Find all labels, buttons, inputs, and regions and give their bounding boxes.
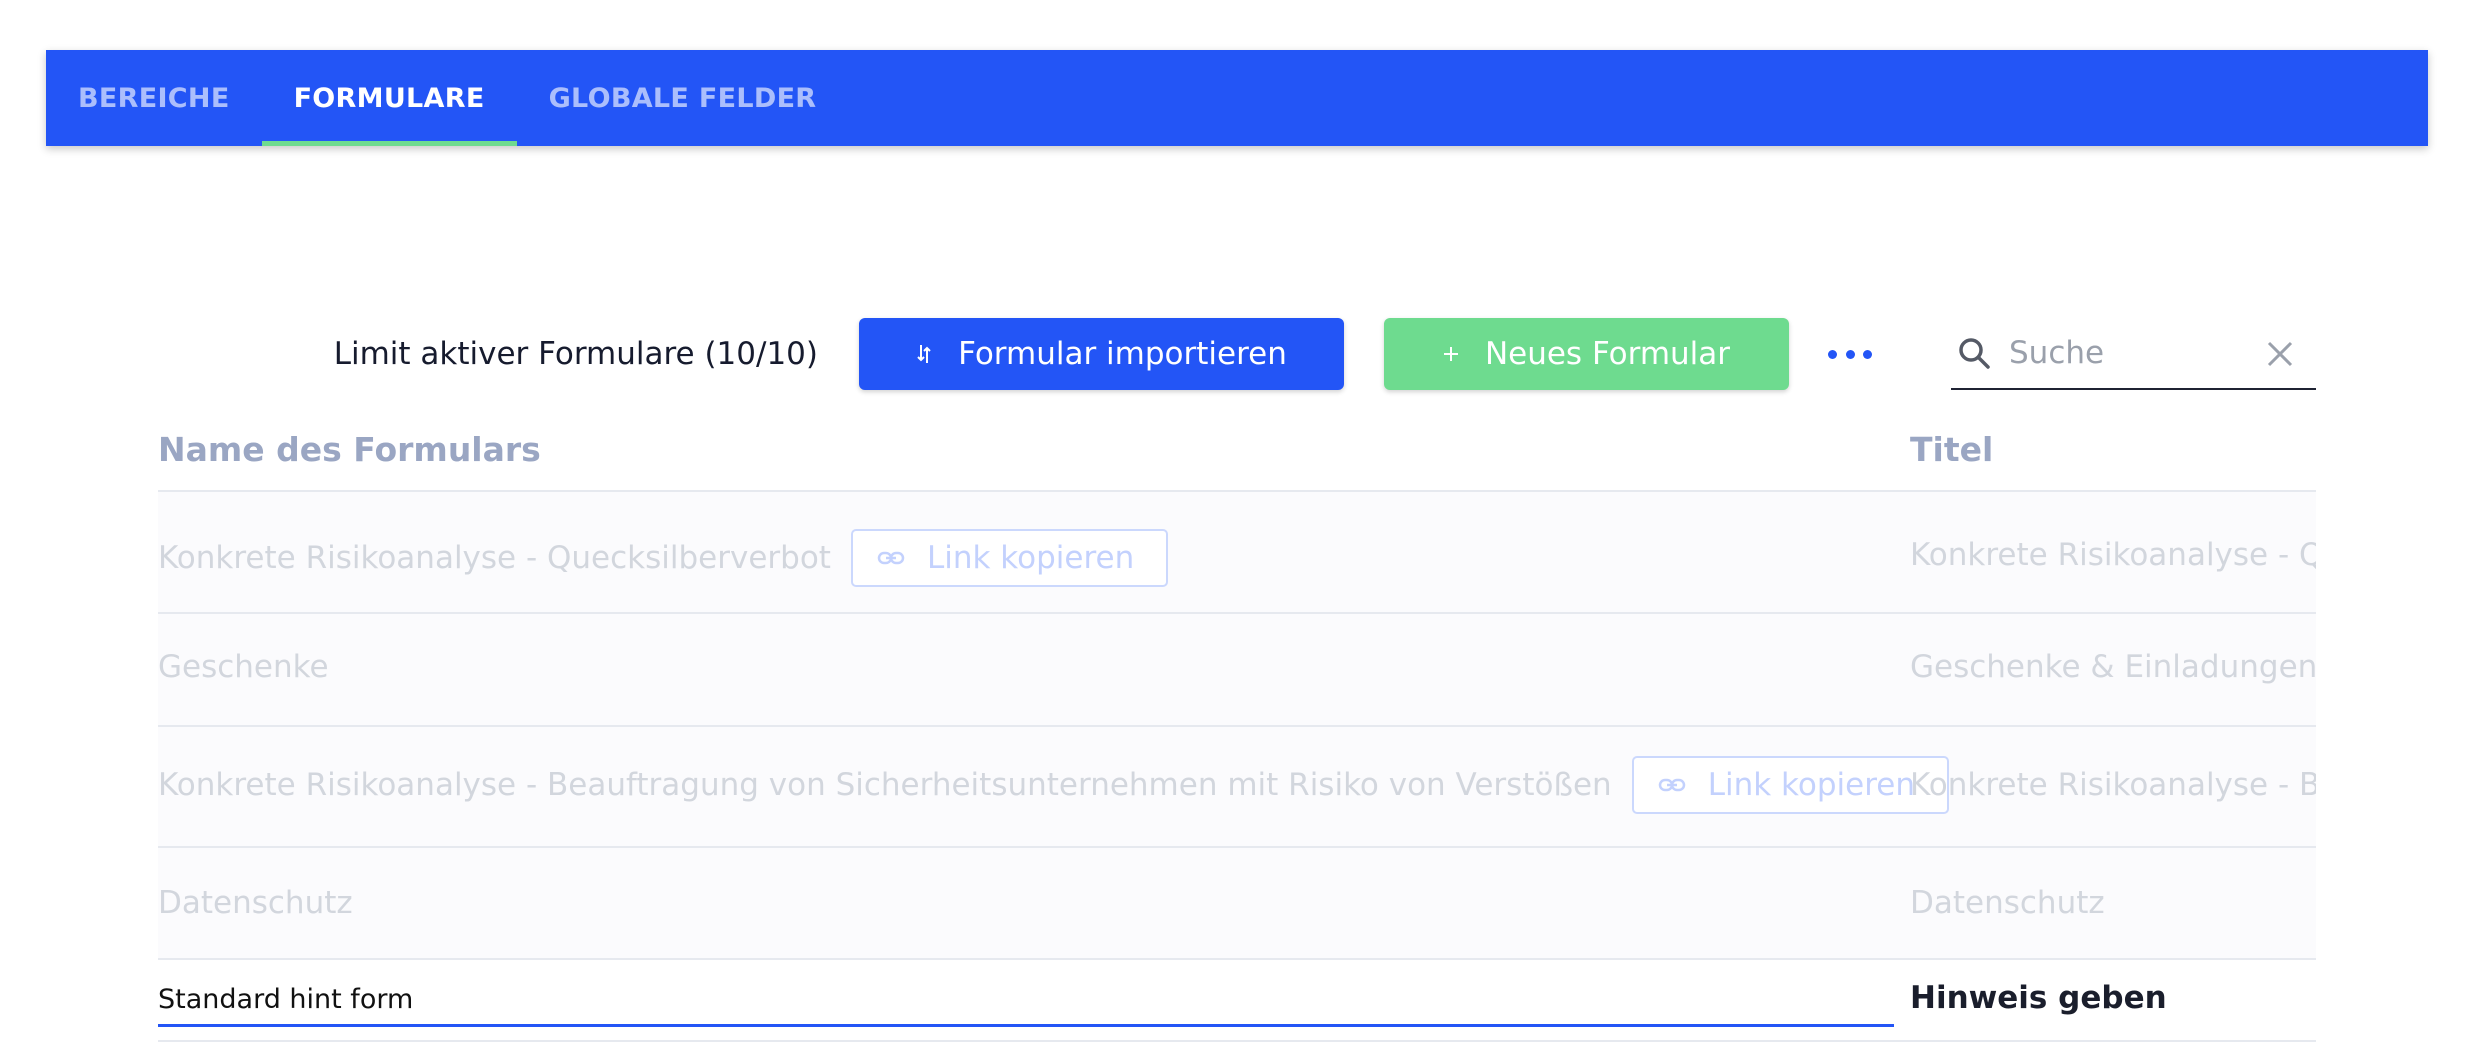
form-name-cell: Konkrete Risikoanalyse - Beauftragung vo…	[158, 755, 1949, 815]
plus-icon	[1443, 346, 1459, 362]
form-name: Datenschutz	[158, 885, 353, 921]
form-name-edit-input[interactable]	[158, 974, 1894, 1027]
form-name: Konkrete Risikoanalyse - Quecksilberverb…	[158, 540, 831, 576]
copy-link-label: Link kopieren	[1707, 767, 1915, 803]
form-title-cell: Geschenke & Einladungen	[1910, 649, 2316, 685]
import-form-label: Formular importieren	[958, 336, 1287, 372]
active-forms-limit-label: Limit aktiver Formulare (10/10)	[333, 336, 818, 372]
form-name-cell: Geschenke	[158, 649, 329, 685]
copy-link-button[interactable]: Link kopieren	[850, 529, 1169, 587]
copy-link-button[interactable]: Link kopieren	[1631, 756, 1949, 814]
search-field	[1951, 318, 2316, 390]
search-icon	[1959, 338, 1990, 369]
table-row[interactable]: Konkrete Risikoanalyse - Beauftragung vo…	[158, 727, 2316, 848]
column-header-title[interactable]: Titel	[1910, 430, 1993, 469]
form-name-cell: Datenschutz	[158, 885, 353, 921]
column-header-name[interactable]: Name des Formulars	[158, 430, 541, 469]
form-title-cell: Konkrete Risikoanalyse - Quecksilberverb…	[1910, 537, 2316, 573]
clear-search-icon[interactable]	[2266, 340, 2294, 368]
table-header: Name des Formulars Titel	[158, 420, 2316, 492]
tab-globale-felder[interactable]: GLOBALE FELDER	[517, 50, 849, 146]
link-icon	[1658, 778, 1685, 792]
forms-table: Name des Formulars Titel Konkrete Risiko…	[158, 420, 2316, 1060]
top-tab-bar: BEREICHE FORMULARE GLOBALE FELDER	[46, 50, 2428, 146]
form-title-cell: Konkrete Risikoanalyse - Beauftragung	[1910, 767, 2316, 803]
forms-toolbar: Limit aktiver Formulare (10/10) Formular…	[0, 318, 2478, 390]
tab-bereiche[interactable]: BEREICHE	[46, 50, 262, 146]
new-form-label: Neues Formular	[1484, 336, 1731, 372]
link-icon	[877, 551, 905, 565]
table-row[interactable]: Geschenke Geschenke & Einladungen	[158, 614, 2316, 727]
table-row-editing[interactable]: Hinweis geben	[158, 960, 2316, 1042]
form-name-cell: Konkrete Risikoanalyse - Quecksilberverb…	[158, 528, 1169, 588]
more-options-icon[interactable]	[1828, 340, 1872, 368]
copy-link-label: Link kopieren	[926, 540, 1135, 576]
form-name: Geschenke	[158, 649, 329, 685]
tab-formulare[interactable]: FORMULARE	[261, 50, 517, 146]
new-form-button[interactable]: Neues Formular	[1384, 318, 1789, 390]
import-form-button[interactable]: Formular importieren	[859, 318, 1344, 390]
search-input[interactable]	[2007, 330, 2251, 376]
table-row[interactable]: Datenschutz Datenschutz	[158, 848, 2316, 960]
form-title-cell: Datenschutz	[1910, 885, 2105, 921]
import-arrows-icon	[916, 343, 932, 365]
table-row[interactable]: Konkrete Risikoanalyse - Quecksilberverb…	[158, 492, 2316, 614]
form-name: Konkrete Risikoanalyse - Beauftragung vo…	[158, 767, 1612, 803]
form-title-cell: Hinweis geben	[1910, 980, 2167, 1016]
